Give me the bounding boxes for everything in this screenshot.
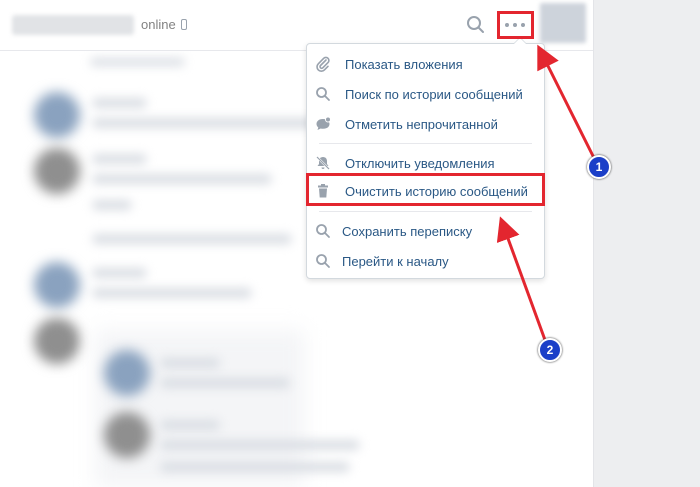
step-badge-2: 2 bbox=[538, 338, 562, 362]
arrow-1 bbox=[537, 44, 597, 161]
annotation-arrows bbox=[496, 44, 597, 341]
step-badge-1: 1 bbox=[587, 155, 611, 179]
arrow-2 bbox=[496, 216, 547, 341]
